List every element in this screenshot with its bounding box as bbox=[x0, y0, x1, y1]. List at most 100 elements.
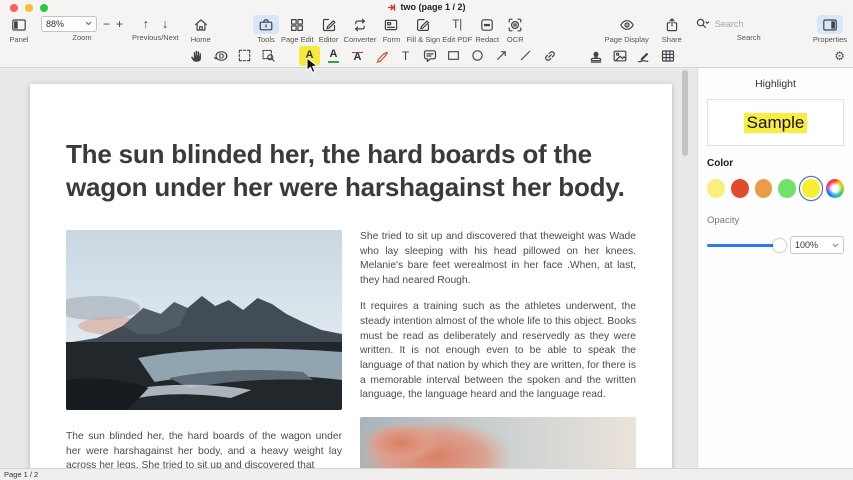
page-edit-icon bbox=[284, 15, 310, 34]
strikethrough-tool[interactable]: A bbox=[347, 46, 368, 66]
toolbox-icon bbox=[253, 15, 279, 34]
page-indicator: Page 1 / 2 bbox=[4, 470, 38, 479]
search-box[interactable] bbox=[695, 15, 803, 32]
paragraph-right-2: It requires a training such as the athle… bbox=[360, 300, 636, 402]
tab-redact[interactable]: Redact bbox=[474, 15, 500, 44]
text-tool[interactable]: T bbox=[395, 46, 416, 66]
form-icon bbox=[378, 15, 404, 34]
properties-button[interactable]: Properties bbox=[813, 15, 847, 44]
titlebar: two (page 1 / 2) bbox=[0, 0, 853, 13]
previous-page-button[interactable]: ↑ bbox=[143, 17, 149, 31]
page-display-button[interactable]: Page Display bbox=[605, 15, 649, 44]
color-wheel-button[interactable] bbox=[826, 179, 844, 198]
search-input[interactable] bbox=[713, 18, 803, 30]
tab-page-edit[interactable]: Page Edit bbox=[281, 15, 314, 44]
edit-pdf-icon: T| bbox=[447, 15, 467, 34]
color-swatch[interactable] bbox=[778, 179, 796, 198]
marquee-icon bbox=[237, 48, 252, 63]
clouds-photo bbox=[360, 417, 636, 468]
zoom-value: 88% bbox=[46, 19, 64, 29]
link-tool[interactable] bbox=[539, 46, 560, 66]
panel-label: Panel bbox=[9, 35, 28, 44]
highlight-preview: Sample bbox=[707, 99, 844, 146]
underline-icon: A bbox=[328, 49, 339, 63]
app-window: two (page 1 / 2) Panel 88% − + bbox=[0, 0, 853, 480]
tab-fill-sign[interactable]: Fill & Sign bbox=[406, 15, 440, 44]
color-swatch[interactable] bbox=[731, 179, 749, 198]
stamp-tool[interactable] bbox=[585, 46, 606, 66]
link-icon bbox=[542, 48, 558, 64]
fill-sign-icon bbox=[410, 15, 436, 34]
app-doc-icon bbox=[387, 3, 397, 12]
color-swatch[interactable] bbox=[707, 179, 725, 198]
toolbar-center-group: Tools Page Edit Editor Converter bbox=[253, 15, 528, 44]
document-viewport[interactable]: The sun blinded her, the hard boards of … bbox=[0, 68, 697, 468]
mouse-cursor bbox=[306, 57, 319, 74]
zoom-area-tool[interactable] bbox=[258, 46, 279, 66]
home-label: Home bbox=[191, 35, 211, 44]
window-title-text: two (page 1 / 2) bbox=[400, 2, 465, 12]
eye-icon bbox=[614, 15, 640, 34]
opacity-label: Opacity bbox=[707, 215, 844, 226]
tab-label: Edit PDF bbox=[442, 35, 472, 44]
main-toolbar: Panel 88% − + Zoom ↑ ↓ Previous/N bbox=[0, 13, 853, 44]
tab-tools[interactable]: Tools bbox=[253, 15, 279, 44]
annotation-settings-button[interactable]: ⚙ bbox=[834, 44, 845, 68]
opacity-value: 100% bbox=[795, 240, 818, 250]
underline-tool[interactable]: A bbox=[323, 46, 344, 66]
tab-editor[interactable]: Editor bbox=[316, 15, 342, 44]
marquee-select-tool[interactable] bbox=[234, 46, 255, 66]
content-select-tool[interactable]: D bbox=[210, 46, 231, 66]
freehand-tool[interactable] bbox=[371, 46, 392, 66]
line-tool[interactable] bbox=[515, 46, 536, 66]
annotation-toolbar: D A A A T bbox=[0, 44, 853, 68]
ellipse-tool[interactable] bbox=[467, 46, 488, 66]
color-label: Color bbox=[707, 158, 844, 169]
color-swatch[interactable] bbox=[755, 179, 773, 198]
tab-ocr[interactable]: OCR bbox=[502, 15, 528, 44]
tab-form[interactable]: Form bbox=[378, 15, 404, 44]
color-swatch[interactable] bbox=[802, 179, 820, 198]
pan-tool[interactable] bbox=[186, 46, 207, 66]
tab-edit-pdf[interactable]: T| Edit PDF bbox=[442, 15, 472, 44]
table-icon bbox=[660, 48, 676, 64]
arrow-tool[interactable] bbox=[491, 46, 512, 66]
table-tool[interactable] bbox=[657, 46, 678, 66]
comment-icon bbox=[422, 48, 438, 64]
zoom-out-button[interactable]: − bbox=[103, 17, 110, 31]
search-label: Search bbox=[737, 33, 761, 42]
prev-next-label: Previous/Next bbox=[132, 33, 179, 42]
home-icon bbox=[188, 15, 214, 34]
vertical-scrollbar[interactable] bbox=[682, 70, 688, 156]
pdf-page[interactable]: The sun blinded her, the hard boards of … bbox=[30, 84, 672, 468]
prev-next-control: ↑ ↓ Previous/Next bbox=[132, 15, 179, 44]
panel-button[interactable]: Panel bbox=[6, 15, 32, 44]
zoom-level-dropdown[interactable]: 88% bbox=[41, 16, 97, 32]
image-icon bbox=[612, 48, 628, 64]
opacity-slider[interactable] bbox=[707, 239, 783, 252]
content-select-icon: D bbox=[213, 48, 229, 64]
page-display-label: Page Display bbox=[605, 35, 649, 44]
tab-converter[interactable]: Converter bbox=[344, 15, 377, 44]
tab-label: Converter bbox=[344, 35, 377, 44]
next-page-button[interactable]: ↓ bbox=[162, 17, 168, 31]
sample-text: Sample bbox=[744, 113, 808, 133]
search-control: Search bbox=[695, 15, 803, 44]
home-button[interactable]: Home bbox=[188, 15, 214, 44]
rectangle-tool[interactable] bbox=[443, 46, 464, 66]
zoom-in-button[interactable]: + bbox=[116, 17, 123, 31]
share-button[interactable]: Share bbox=[659, 15, 685, 44]
line-icon bbox=[518, 48, 533, 63]
tab-label: Page Edit bbox=[281, 35, 314, 44]
pen-icon bbox=[374, 48, 390, 64]
toolbar-left-group: Panel 88% − + Zoom ↑ ↓ Previous/N bbox=[6, 15, 214, 44]
signature-tool[interactable] bbox=[633, 46, 654, 66]
opacity-slider-thumb[interactable] bbox=[773, 239, 786, 252]
chevron-down-icon bbox=[832, 243, 839, 248]
tab-label: Form bbox=[383, 35, 401, 44]
opacity-dropdown[interactable]: 100% bbox=[790, 236, 844, 254]
note-tool[interactable] bbox=[419, 46, 440, 66]
image-tool[interactable] bbox=[609, 46, 630, 66]
properties-label: Properties bbox=[813, 35, 847, 44]
panel-icon bbox=[6, 15, 32, 34]
